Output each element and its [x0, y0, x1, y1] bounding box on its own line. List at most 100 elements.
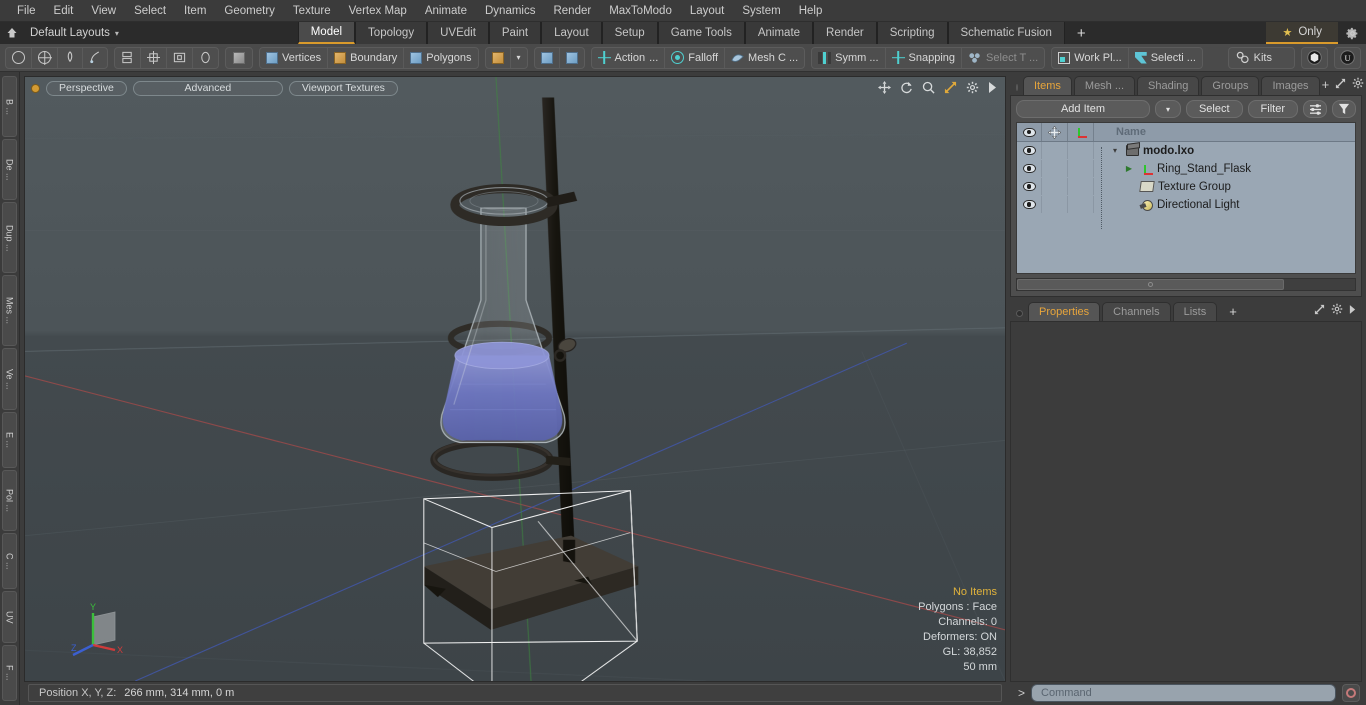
pan-icon[interactable]: [878, 81, 891, 97]
pen-icon[interactable]: [58, 47, 83, 68]
mesh-constraint-button[interactable]: Mesh C ...: [725, 48, 804, 68]
item-cube-icon[interactable]: [486, 47, 511, 68]
rect-icon[interactable]: [167, 47, 193, 68]
vtab-polygon[interactable]: Pol ...: [2, 469, 17, 532]
maximize-icon[interactable]: [944, 81, 957, 97]
add-item-dropdown[interactable]: ▾: [1154, 100, 1181, 118]
only-toggle-button[interactable]: ★ Only: [1266, 22, 1338, 44]
tab-layout[interactable]: Layout: [541, 22, 602, 44]
funnel-icon[interactable]: [1332, 100, 1356, 118]
table-row[interactable]: ▾ modo.lxo: [1017, 142, 1355, 160]
tab-mesh-ops[interactable]: Mesh ...: [1073, 76, 1136, 95]
row-move-cell[interactable]: [1042, 142, 1068, 159]
curve-icon[interactable]: [83, 48, 107, 68]
unreal-icon[interactable]: U: [1334, 46, 1361, 69]
row-visibility-toggle[interactable]: [1017, 160, 1042, 177]
gear-icon[interactable]: [1338, 22, 1366, 44]
menu-item-render[interactable]: Render: [544, 0, 600, 22]
row-move-cell[interactable]: [1042, 196, 1068, 213]
list-options-icon[interactable]: [1303, 100, 1327, 118]
row-move-cell[interactable]: [1042, 178, 1068, 195]
rotate-icon[interactable]: [900, 81, 913, 97]
vtab-uv[interactable]: UV: [2, 591, 17, 643]
menu-item-layout[interactable]: Layout: [681, 0, 734, 22]
tab-groups[interactable]: Groups: [1201, 76, 1260, 95]
viewport-shading-selector[interactable]: Advanced: [132, 80, 283, 96]
tab-topology[interactable]: Topology: [355, 22, 428, 44]
paint-cube-2-icon[interactable]: [560, 48, 584, 68]
row-name-cell[interactable]: ▾ modo.lxo: [1094, 142, 1355, 159]
chevron-down-icon[interactable]: ▾: [511, 48, 527, 68]
zoom-icon[interactable]: [922, 81, 935, 97]
tab-model[interactable]: Model: [297, 22, 356, 44]
tab-channels[interactable]: Channels: [1102, 302, 1171, 321]
paint-cube-icon[interactable]: [535, 47, 560, 68]
row-visibility-toggle[interactable]: [1017, 178, 1042, 195]
selection-mode-polygons[interactable]: Polygons: [404, 48, 477, 68]
ellipse-icon[interactable]: [193, 48, 218, 68]
vtab-fusion[interactable]: F ...: [2, 644, 17, 701]
home-icon[interactable]: [0, 22, 24, 44]
vtab-curve[interactable]: C ...: [2, 533, 17, 590]
properties-panel-body[interactable]: [1010, 321, 1362, 682]
menu-item-help[interactable]: Help: [790, 0, 832, 22]
menu-item-select[interactable]: Select: [125, 0, 175, 22]
row-axis-cell[interactable]: [1068, 196, 1094, 213]
kits-button[interactable]: Kits: [1227, 46, 1295, 69]
filter-button[interactable]: Filter: [1247, 100, 1298, 118]
tab-scripting[interactable]: Scripting: [876, 22, 948, 44]
menu-item-view[interactable]: View: [82, 0, 125, 22]
menu-item-system[interactable]: System: [733, 0, 789, 22]
viewport-textures-selector[interactable]: Viewport Textures: [288, 80, 398, 96]
row-name-cell[interactable]: ▶ Ring_Stand_Flask: [1094, 160, 1355, 177]
circle-icon[interactable]: [6, 47, 32, 68]
items-tree[interactable]: Name ▾ modo.lxo ▶ Ring_Stand_Flask Textu…: [1016, 122, 1356, 274]
selection-mode-vertices[interactable]: Vertices: [260, 47, 329, 68]
vtab-basic[interactable]: B ...: [2, 76, 17, 138]
3d-viewport[interactable]: Perspective Advanced Viewport Textures N…: [24, 76, 1006, 682]
falloff-button[interactable]: Falloff: [665, 47, 726, 68]
select-through-button[interactable]: Select T ...: [962, 48, 1044, 68]
symmetry-button[interactable]: Symm ...: [812, 47, 886, 68]
record-icon[interactable]: [1342, 684, 1360, 702]
viewport-camera-selector[interactable]: Perspective: [46, 80, 127, 96]
array-icon[interactable]: [141, 47, 167, 68]
menu-item-vertex-map[interactable]: Vertex Map: [340, 0, 416, 22]
row-axis-cell[interactable]: [1068, 178, 1094, 195]
tab-game-tools[interactable]: Game Tools: [657, 22, 745, 44]
tab-lists[interactable]: Lists: [1172, 302, 1218, 321]
vtab-edge[interactable]: E ...: [2, 411, 17, 468]
row-visibility-toggle[interactable]: [1017, 142, 1042, 159]
tab-uvedit[interactable]: UVEdit: [427, 22, 489, 44]
globe-icon[interactable]: [32, 47, 58, 68]
add-tab-button[interactable]: +: [1064, 22, 1098, 44]
table-row[interactable]: Texture Group: [1017, 178, 1355, 196]
gear-icon[interactable]: [966, 81, 979, 97]
select-button[interactable]: Select: [1185, 100, 1243, 118]
add-item-button[interactable]: Add Item: [1016, 100, 1150, 118]
vtab-vertex[interactable]: Ve ...: [2, 348, 17, 410]
tab-properties[interactable]: Properties: [1028, 302, 1101, 321]
row-name-cell[interactable]: Texture Group: [1094, 178, 1355, 195]
add-panel-tab-button[interactable]: +: [1322, 77, 1330, 92]
tab-shading[interactable]: Shading: [1137, 76, 1200, 95]
row-move-cell[interactable]: [1042, 160, 1068, 177]
menu-item-file[interactable]: File: [8, 0, 45, 22]
solid-cube-icon[interactable]: [225, 46, 253, 69]
table-row[interactable]: Directional Light: [1017, 196, 1355, 214]
arrow-right-icon[interactable]: [1349, 304, 1356, 317]
tab-items[interactable]: Items: [1023, 76, 1072, 95]
snapping-button[interactable]: Snapping: [886, 47, 963, 68]
gear-icon[interactable]: [1331, 303, 1343, 318]
work-plane-button[interactable]: Work Pl...: [1052, 47, 1129, 68]
menu-item-geometry[interactable]: Geometry: [215, 0, 284, 22]
table-row[interactable]: ▶ Ring_Stand_Flask: [1017, 160, 1355, 178]
menu-item-edit[interactable]: Edit: [45, 0, 83, 22]
scrollbar-thumb[interactable]: [1017, 279, 1285, 290]
twisty-closed-icon[interactable]: ▶: [1122, 164, 1136, 173]
row-axis-cell[interactable]: [1068, 160, 1094, 177]
expand-icon[interactable]: [1314, 304, 1325, 318]
command-input[interactable]: Command: [1031, 684, 1336, 702]
menu-item-maxtomodo[interactable]: MaxToModo: [600, 0, 681, 22]
vtab-mesh-edit[interactable]: Mes ...: [2, 275, 17, 347]
